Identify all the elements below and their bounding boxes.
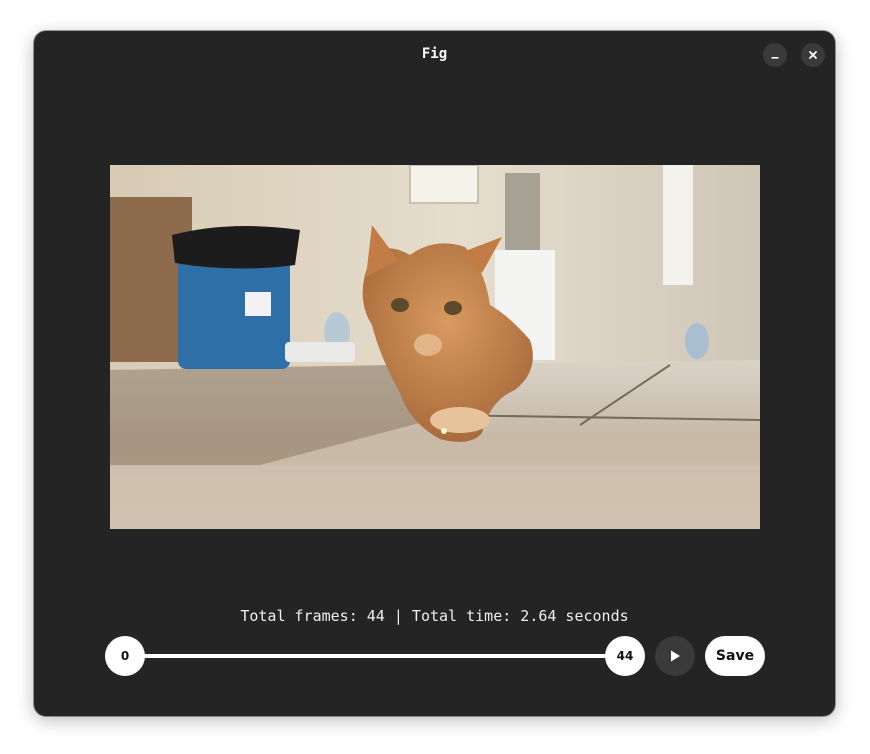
minimize-button[interactable] [763,43,787,67]
app-window: Fig Total frames: 44 | Total time: 2.64 … [34,31,835,716]
close-button[interactable] [801,43,825,67]
slider-track[interactable] [125,654,625,658]
frame-range-slider[interactable]: 0 44 [105,636,645,676]
save-button[interactable]: Save [705,636,765,676]
play-button[interactable] [655,636,695,676]
gif-info: Total frames: 44 | Total time: 2.64 seco… [240,607,629,625]
title-bar: Fig [34,31,835,79]
start-frame-handle[interactable]: 0 [105,636,145,676]
window-title: Fig [421,46,448,62]
gif-preview [110,165,760,529]
play-icon [671,650,680,662]
minimize-icon [771,57,779,59]
preview-image [110,165,760,529]
end-frame-handle[interactable]: 44 [605,636,645,676]
close-icon [809,51,817,59]
